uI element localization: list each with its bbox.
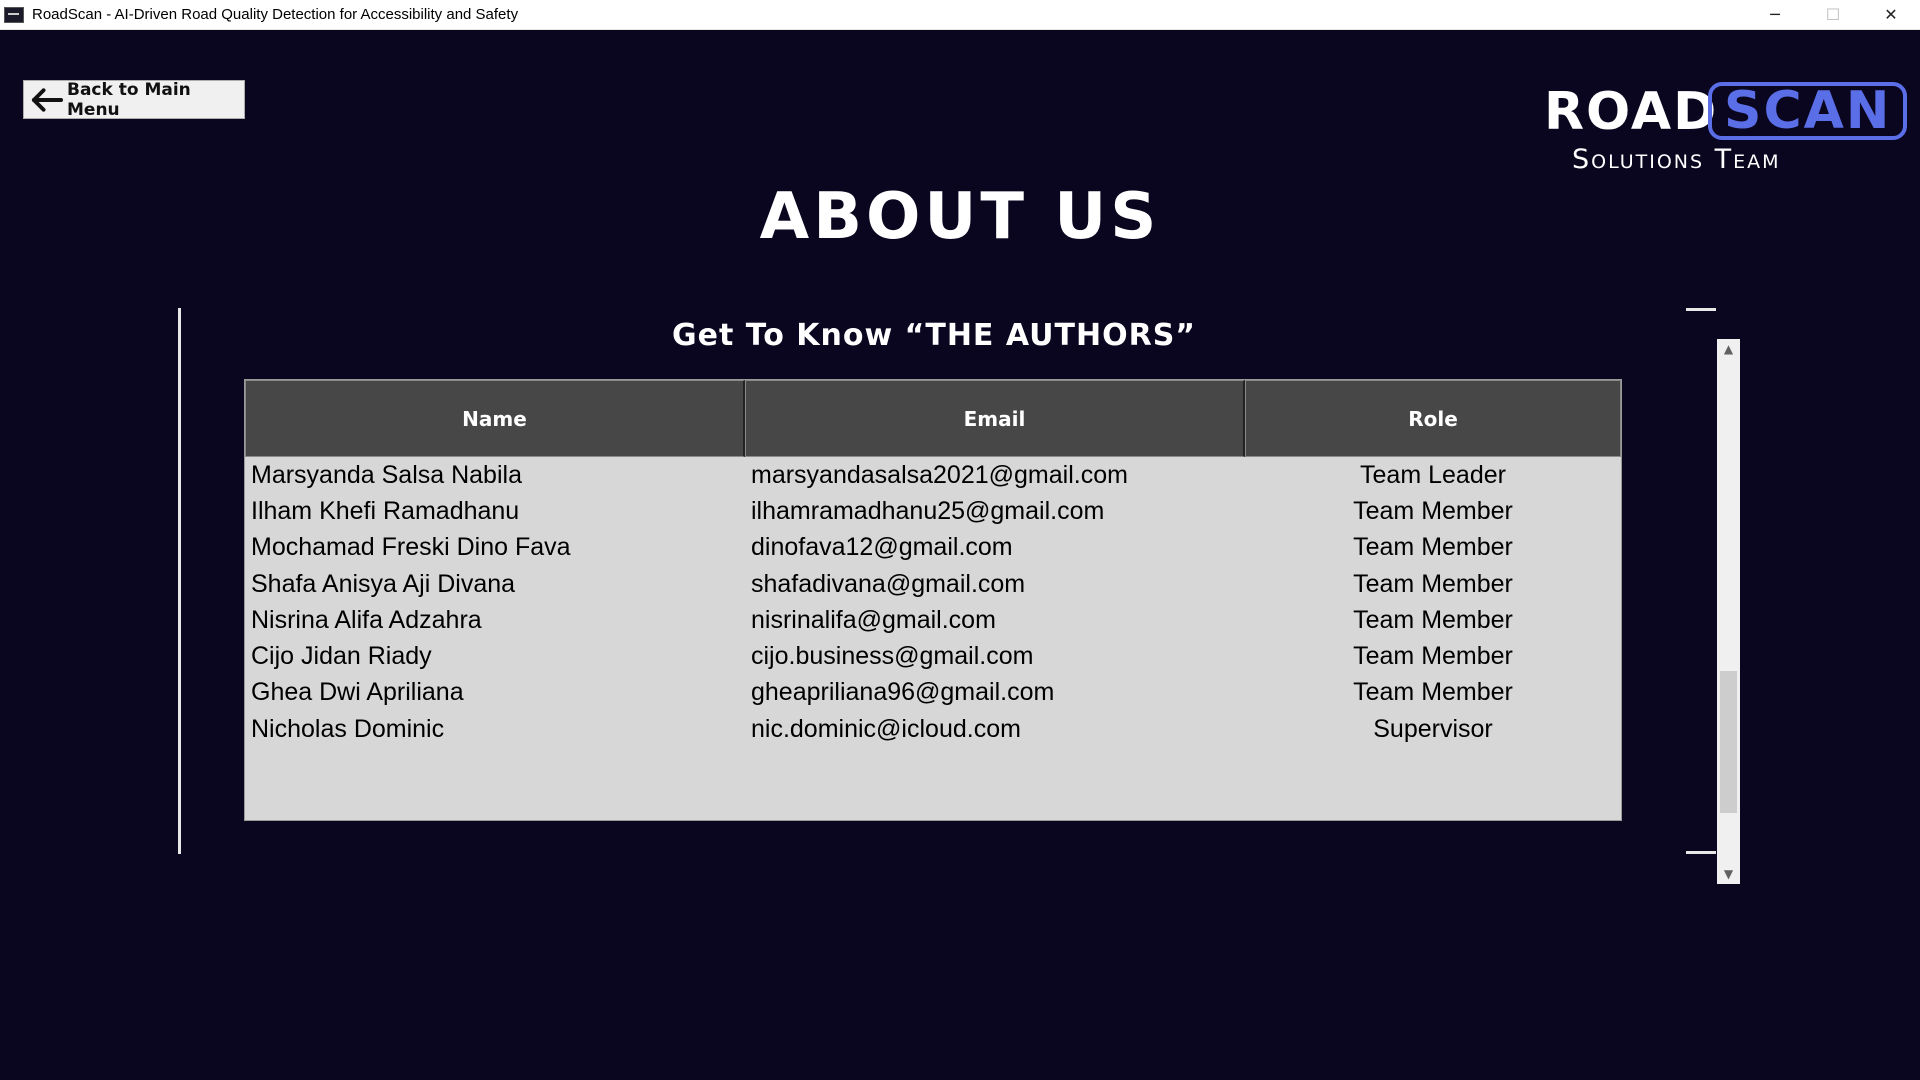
frame-right-bracket [1686, 308, 1716, 854]
app-icon [4, 6, 24, 23]
table-body: Marsyanda Salsa Nabila marsyandasalsa202… [245, 457, 1621, 747]
window-title: RoadScan - AI-Driven Road Quality Detect… [32, 6, 519, 23]
table-header: Name Email Role [245, 380, 1621, 457]
window-titlebar: RoadScan - AI-Driven Road Quality Detect… [0, 0, 1920, 30]
about-page: Back to Main Menu ROAD SCAN Solutions Te… [0, 30, 1920, 1080]
frame-left-border [178, 308, 181, 854]
cell-role: Supervisor [1373, 714, 1493, 743]
table-row[interactable]: Mochamad Freski Dino Fava dinofava12@gma… [245, 530, 1621, 566]
scroll-up-arrow-icon[interactable]: ▲ [1717, 339, 1740, 359]
column-header-name[interactable]: Name [245, 380, 745, 457]
cell-name: Marsyanda Salsa Nabila [251, 460, 522, 489]
section-subtitle: Get To Know “THE AUTHORS” [671, 318, 1197, 353]
logo-subtitle: Solutions Team [1572, 144, 1781, 175]
cell-role: Team Member [1353, 569, 1513, 598]
column-header-role[interactable]: Role [1245, 380, 1621, 457]
logo-word-scan: SCAN [1708, 82, 1908, 140]
arrow-left-icon [31, 87, 63, 112]
maximize-button[interactable]: ☐ [1804, 0, 1862, 29]
cell-name: Ilham Khefi Ramadhanu [251, 496, 520, 525]
cell-name: Shafa Anisya Aji Divana [251, 569, 516, 598]
minimize-button[interactable]: ─ [1746, 0, 1804, 29]
cell-email: dinofava12@gmail.com [751, 533, 1013, 562]
cell-name: Mochamad Freski Dino Fava [251, 533, 571, 562]
cell-email: ilhamramadhanu25@gmail.com [751, 496, 1105, 525]
back-button-label: Back to Main Menu [67, 79, 191, 120]
cell-email: shafadivana@gmail.com [751, 569, 1026, 598]
logo-word-road: ROAD [1544, 82, 1719, 142]
cell-email: gheapriliana96@gmail.com [751, 678, 1055, 707]
scroll-down-arrow-icon[interactable]: ▼ [1717, 864, 1740, 884]
cell-email: nic.dominic@icloud.com [751, 714, 1021, 743]
table-row[interactable]: Nisrina Alifa Adzahra nisrinalifa@gmail.… [245, 602, 1621, 638]
window-controls: ─ ☐ ✕ [1746, 0, 1920, 29]
table-row[interactable]: Shafa Anisya Aji Divana shafadivana@gmai… [245, 566, 1621, 602]
cell-email: cijo.business@gmail.com [751, 642, 1034, 671]
cell-name: Ghea Dwi Apriliana [251, 678, 464, 707]
back-to-main-menu-button[interactable]: Back to Main Menu [23, 79, 245, 120]
cell-name: Nicholas Dominic [251, 714, 445, 743]
close-button[interactable]: ✕ [1862, 0, 1920, 29]
table-row[interactable]: Ilham Khefi Ramadhanu ilhamramadhanu25@g… [245, 493, 1621, 529]
authors-table: Name Email Role Marsyanda Salsa Nabila m… [244, 379, 1622, 821]
table-row[interactable]: Marsyanda Salsa Nabila marsyandasalsa202… [245, 457, 1621, 493]
table-row[interactable]: Cijo Jidan Riady cijo.business@gmail.com… [245, 638, 1621, 674]
vertical-scrollbar[interactable]: ▲ ▼ [1717, 339, 1740, 884]
page-title: ABOUT US [759, 180, 1161, 254]
cell-role: Team Member [1353, 496, 1513, 525]
cell-role: Team Member [1353, 678, 1513, 707]
cell-role: Team Member [1353, 533, 1513, 562]
cell-name: Cijo Jidan Riady [251, 642, 432, 671]
cell-role: Team Member [1353, 642, 1513, 671]
cell-email: marsyandasalsa2021@gmail.com [751, 460, 1128, 489]
scrollbar-thumb[interactable] [1720, 671, 1737, 813]
cell-role: Team Member [1353, 605, 1513, 634]
roadscan-logo: ROAD SCAN Solutions Team [1540, 52, 1908, 175]
cell-email: nisrinalifa@gmail.com [751, 605, 996, 634]
column-header-email[interactable]: Email [745, 380, 1245, 457]
table-row[interactable]: Ghea Dwi Apriliana gheapriliana96@gmail.… [245, 675, 1621, 711]
cell-role: Team Leader [1360, 460, 1506, 489]
table-row[interactable]: Nicholas Dominic nic.dominic@icloud.com … [245, 711, 1621, 747]
cell-name: Nisrina Alifa Adzahra [251, 605, 482, 634]
